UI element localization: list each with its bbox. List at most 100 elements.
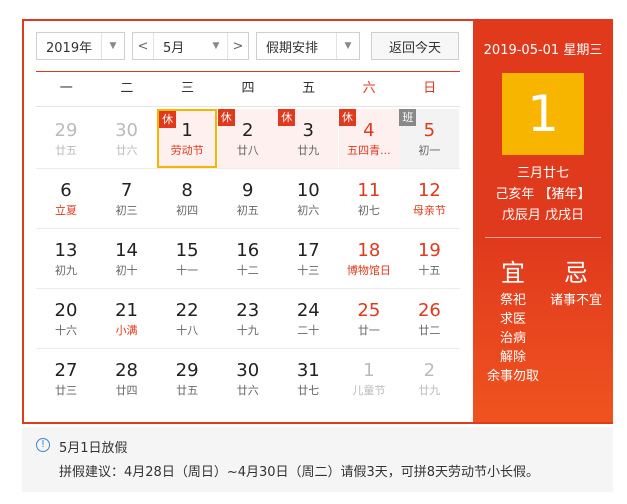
day-cell[interactable]: 19 十五 bbox=[399, 229, 459, 288]
ji-list: 诸事不宜 bbox=[539, 291, 613, 310]
day-number: 25 bbox=[357, 300, 381, 321]
day-cell[interactable]: 6 立夏 bbox=[36, 169, 96, 228]
day-cell[interactable]: 11 初七 bbox=[339, 169, 399, 228]
day-lunar-label: 初十 bbox=[115, 264, 138, 277]
month-select[interactable]: < 5月 ▼ > bbox=[132, 32, 249, 60]
day-lunar-label: 廿五 bbox=[55, 144, 77, 157]
day-cell[interactable]: 29 廿五 bbox=[36, 109, 96, 168]
day-cell[interactable]: 21 小满 bbox=[97, 289, 157, 348]
day-cell[interactable]: 29 廿五 bbox=[157, 349, 217, 408]
holiday-value: 假期安排 bbox=[266, 40, 319, 56]
day-number: 27 bbox=[54, 360, 78, 381]
yi-item: 求医 bbox=[499, 312, 526, 327]
day-number: 7 bbox=[120, 180, 133, 201]
holiday-badge: 休 bbox=[338, 109, 356, 126]
day-cell[interactable]: 9 初五 bbox=[218, 169, 278, 228]
yi-item: 治病 bbox=[499, 331, 526, 346]
holiday-info-panel: ! 5月1日放假 拼假建议：4月28日（周日）~4月30日（周二）请假3天，可拼… bbox=[22, 427, 613, 492]
day-cell[interactable]: 休 1 劳动节 bbox=[157, 109, 218, 168]
yi-item: 祭祀 bbox=[499, 293, 526, 308]
chevron-down-icon: ▼ bbox=[336, 33, 359, 59]
selected-date: 2019-05-01 星期三 bbox=[483, 43, 603, 58]
day-cell[interactable]: 18 博物馆日 bbox=[339, 229, 399, 288]
day-number: 28 bbox=[115, 360, 139, 381]
day-cell[interactable]: 休 4 五四青... bbox=[338, 109, 399, 168]
lunar-date: 三月廿七 bbox=[516, 166, 569, 181]
holiday-badge: 休 bbox=[217, 109, 235, 126]
day-lunar-label: 十五 bbox=[418, 264, 441, 277]
info-icon: ! bbox=[36, 438, 50, 452]
day-cell[interactable]: 27 廿三 bbox=[36, 349, 96, 408]
day-lunar-label: 立夏 bbox=[55, 204, 77, 217]
day-cell[interactable]: 31 廿七 bbox=[278, 349, 338, 408]
day-cell[interactable]: 班 5 初一 bbox=[399, 109, 460, 168]
day-cell[interactable]: 26 廿二 bbox=[399, 289, 459, 348]
back-to-today-button[interactable]: 返回今天 bbox=[371, 32, 459, 60]
day-cell[interactable]: 休 2 廿八 bbox=[217, 109, 278, 168]
ji-item: 诸事不宜 bbox=[549, 293, 602, 308]
day-cell[interactable]: 24 二十 bbox=[278, 289, 338, 348]
day-cell[interactable]: 20 十六 bbox=[36, 289, 96, 348]
calendar-week-row: 20 十六 21 小满 22 十八 23 十九 24 二十 25 廿一 26 廿二 bbox=[36, 289, 460, 349]
day-lunar-label: 廿五 bbox=[176, 384, 199, 397]
day-lunar-label: 劳动节 bbox=[170, 144, 204, 157]
info-text: 拼假建议：4月28日（周日）~4月30日（周二）请假3天，可拼8天劳动节小长假。 bbox=[59, 465, 540, 480]
day-lunar-label: 初五 bbox=[236, 204, 259, 217]
calendar-grid: 29 廿五 30 廿六休 1 劳动节休 2 廿八休 3 廿九休 4 五四青... 班 5 初一 6 立夏 7 初三 8… bbox=[36, 109, 460, 409]
day-lunar-label: 初三 bbox=[115, 204, 138, 217]
year-select[interactable]: 2019年 ▼ bbox=[36, 32, 125, 60]
day-number: 8 bbox=[181, 180, 193, 201]
day-cell[interactable]: 16 十二 bbox=[218, 229, 278, 288]
day-number: 15 bbox=[175, 240, 199, 261]
day-lunar-label: 小满 bbox=[115, 324, 138, 337]
next-month-button[interactable]: > bbox=[227, 33, 248, 59]
day-lunar-label: 儿童节 bbox=[352, 384, 386, 397]
day-lunar-label: 母亲节 bbox=[412, 204, 446, 217]
day-lunar-label: 二十 bbox=[297, 324, 320, 337]
lunar-info: 三月廿七 己亥年 【猪年】 戊辰月 戊戌日 bbox=[473, 163, 613, 226]
weekday-header: 一二三四五六日 bbox=[36, 71, 460, 107]
prev-month-button[interactable]: < bbox=[133, 33, 154, 59]
day-cell[interactable]: 2 廿九 bbox=[399, 349, 459, 408]
day-cell[interactable]: 7 初三 bbox=[97, 169, 157, 228]
day-number: 30 bbox=[115, 120, 139, 141]
day-number: 16 bbox=[236, 240, 260, 261]
yi-label: 宜 bbox=[501, 259, 525, 287]
day-cell[interactable]: 14 初十 bbox=[97, 229, 157, 288]
day-lunar-label: 十八 bbox=[176, 324, 199, 337]
year-value: 2019年 bbox=[46, 40, 93, 56]
day-cell[interactable]: 10 初六 bbox=[278, 169, 338, 228]
day-cell[interactable]: 13 初九 bbox=[36, 229, 96, 288]
yi-item: 余事勿取 bbox=[486, 369, 539, 384]
weekday-label: 三 bbox=[180, 81, 194, 96]
day-cell[interactable]: 25 廿一 bbox=[339, 289, 399, 348]
day-cell[interactable]: 12 母亲节 bbox=[399, 169, 459, 228]
day-number: 1 bbox=[363, 360, 375, 381]
day-number: 21 bbox=[115, 300, 139, 321]
day-lunar-label: 廿九 bbox=[418, 384, 441, 397]
day-cell[interactable]: 30 廿六 bbox=[97, 109, 157, 168]
day-cell[interactable]: 休 3 廿九 bbox=[278, 109, 339, 168]
day-number: 2 bbox=[423, 360, 436, 381]
weekday-label: 五 bbox=[302, 81, 316, 96]
day-lunar-label: 廿七 bbox=[297, 384, 320, 397]
yi-list: 祭祀求医治病解除余事勿取 bbox=[478, 291, 548, 386]
day-cell[interactable]: 28 廿四 bbox=[97, 349, 157, 408]
yi-item: 解除 bbox=[499, 350, 526, 365]
weekday-label: 一 bbox=[59, 81, 73, 96]
day-number: 20 bbox=[54, 300, 78, 321]
day-cell[interactable]: 15 十一 bbox=[157, 229, 217, 288]
day-cell[interactable]: 1 儿童节 bbox=[339, 349, 399, 408]
day-cell[interactable]: 23 十九 bbox=[218, 289, 278, 348]
info-title: 5月1日放假 bbox=[59, 441, 128, 456]
day-cell[interactable]: 30 廿六 bbox=[218, 349, 278, 408]
day-cell[interactable]: 17 十三 bbox=[278, 229, 338, 288]
day-lunar-label: 廿九 bbox=[297, 144, 320, 157]
day-cell[interactable]: 22 十八 bbox=[157, 289, 217, 348]
day-cell[interactable]: 8 初四 bbox=[157, 169, 217, 228]
divider bbox=[485, 237, 601, 238]
calendar-toolbar: 2019年 ▼ < 5月 ▼ > 假期安排 ▼ 返回今天 bbox=[24, 21, 473, 69]
holiday-select[interactable]: 假期安排 ▼ bbox=[256, 32, 360, 60]
day-lunar-label: 十三 bbox=[297, 264, 320, 277]
day-lunar-label: 廿三 bbox=[55, 384, 77, 397]
